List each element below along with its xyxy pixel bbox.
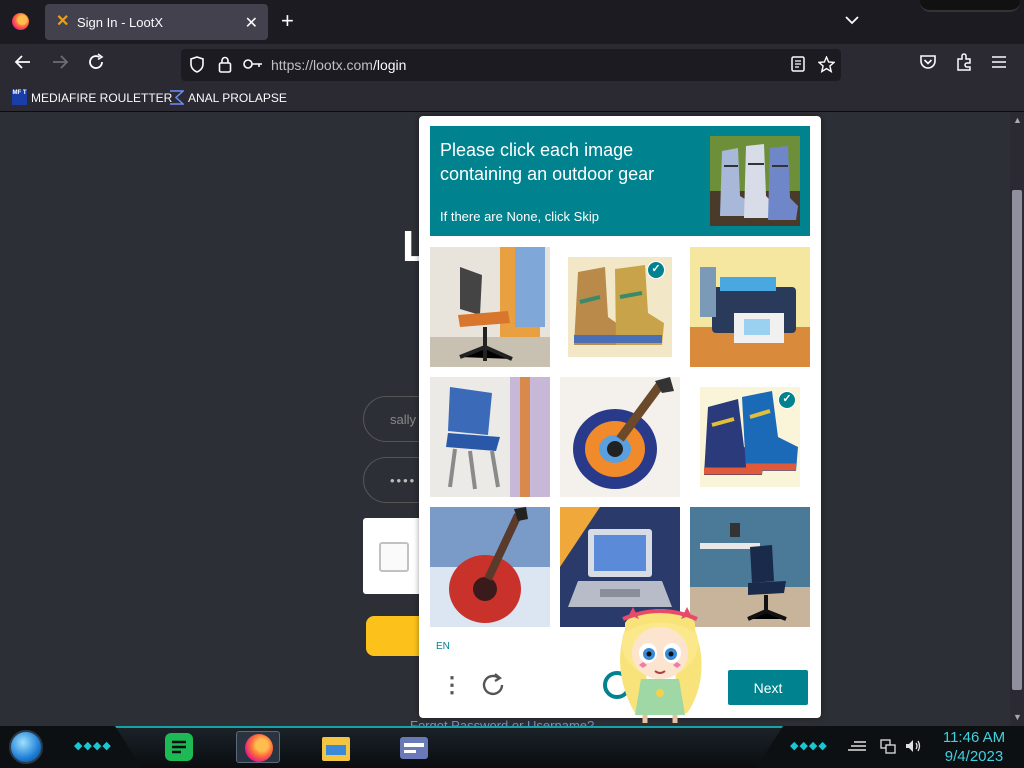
taskbar-decoration-icon: ◆◆◆◆ <box>74 740 112 752</box>
pocket-icon[interactable] <box>919 53 937 75</box>
clock-time: 11:46 AM <box>942 729 1006 746</box>
taskbar-notes-app[interactable] <box>157 731 201 763</box>
example-image-boots <box>710 136 800 226</box>
star-icon[interactable] <box>817 55 836 77</box>
clock-date: 9/4/2023 <box>944 748 1004 765</box>
system-clock[interactable]: 11:46 AM 9/4/2023 <box>936 728 1012 766</box>
username-value: sally <box>390 412 417 427</box>
media-app-icon <box>400 737 428 759</box>
mediafire-favicon-icon: MF T <box>12 90 27 106</box>
url-text[interactable]: https://lootx.com/login <box>271 57 406 73</box>
reader-mode-icon[interactable] <box>791 56 805 76</box>
tile-3-printer[interactable] <box>690 247 810 367</box>
scroll-up-icon[interactable]: ▲ <box>1013 115 1022 125</box>
tile-7-guitar[interactable] <box>430 507 550 627</box>
lock-icon[interactable] <box>218 56 232 77</box>
show-hidden-icons-icon[interactable] <box>846 738 868 755</box>
volume-icon[interactable] <box>904 738 922 757</box>
password-value: •••• <box>390 473 417 488</box>
forward-icon[interactable] <box>51 53 69 75</box>
language-selector[interactable]: EN <box>436 641 450 652</box>
tab-title: Sign In - LootX <box>77 15 163 30</box>
captcha-checkbox[interactable] <box>379 542 409 572</box>
taskbar: ◆◆◆◆ ◆◆◆◆ 11:46 AM 9/4/2023 <box>0 726 1024 768</box>
taskbar-media-app[interactable] <box>392 731 436 763</box>
selected-check-icon: ✓ <box>778 391 796 409</box>
url-path: /login <box>372 57 407 73</box>
more-options-icon[interactable]: ⋮ <box>441 672 463 698</box>
tab-close-icon[interactable]: ✕ <box>245 13 258 33</box>
shield-icon[interactable] <box>189 56 205 77</box>
window-decoration <box>920 0 1020 12</box>
bookmarks-toolbar: MF T MEDIAFIRE ROULETTER ANAL PROLAPSE <box>0 86 1024 112</box>
tile-1-office-chair[interactable] <box>430 247 550 367</box>
new-tab-button[interactable]: + <box>281 10 294 32</box>
network-icon[interactable] <box>880 738 896 757</box>
url-bar[interactable]: https://lootx.com/login <box>181 49 841 81</box>
challenge-header: Please click each image containing an ou… <box>430 126 810 236</box>
menu-icon[interactable] <box>991 53 1007 73</box>
bookmark-favicon-icon <box>169 90 185 106</box>
desktop-sticker-character <box>605 597 715 723</box>
list-all-tabs-button[interactable] <box>845 12 859 28</box>
challenge-prompt: Please click each image containing an ou… <box>440 140 655 184</box>
back-icon[interactable] <box>14 53 32 75</box>
scroll-down-icon[interactable]: ▼ <box>1013 712 1022 722</box>
extensions-icon[interactable] <box>955 53 973 75</box>
bookmark-second[interactable]: ANAL PROLAPSE <box>169 90 287 108</box>
key-icon[interactable] <box>243 56 263 76</box>
page-scrollbar[interactable]: ▲ ▼ <box>1010 112 1024 726</box>
bookmark-label: MEDIAFIRE ROULETTER <box>31 90 173 105</box>
tile-5-guitar[interactable] <box>560 377 680 497</box>
taskbar-file-explorer[interactable] <box>314 731 358 763</box>
refresh-challenge-icon[interactable] <box>480 672 506 703</box>
folder-icon <box>322 737 350 761</box>
tab-active[interactable]: ✕ Sign In - LootX ✕ <box>45 4 268 40</box>
taskbar-frame <box>115 726 783 768</box>
notes-app-icon <box>165 733 193 761</box>
tile-4-chair[interactable] <box>430 377 550 497</box>
taskbar-firefox[interactable] <box>236 731 280 763</box>
taskbar-decoration-icon: ◆◆◆◆ <box>790 740 828 752</box>
navigation-toolbar: https://lootx.com/login <box>0 44 1024 86</box>
reload-icon[interactable] <box>87 53 105 75</box>
url-host: https://lootx.com <box>271 57 373 73</box>
firefox-app-icon <box>245 734 273 762</box>
challenge-subtext: If there are None, click Skip <box>440 209 599 224</box>
next-button[interactable]: Next <box>728 670 808 705</box>
bookmark-mediafire[interactable]: MF T MEDIAFIRE ROULETTER <box>12 90 172 108</box>
start-button[interactable] <box>9 730 43 764</box>
tab-bar: ✕ Sign In - LootX ✕ + <box>0 0 1024 44</box>
lootx-favicon-icon: ✕ <box>56 13 70 30</box>
selected-check-icon: ✓ <box>647 261 665 279</box>
bookmark-label: ANAL PROLAPSE <box>188 90 287 105</box>
scroll-thumb[interactable] <box>1012 190 1022 690</box>
firefox-icon <box>12 13 29 30</box>
